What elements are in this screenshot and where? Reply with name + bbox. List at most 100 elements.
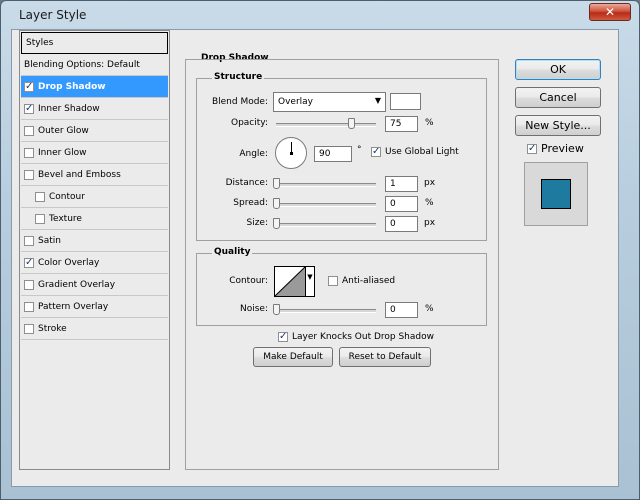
knocks-out-label: Layer Knocks Out Drop Shadow (292, 332, 434, 342)
blend-mode-select[interactable]: Overlay ▼ (273, 92, 386, 112)
opacity-input[interactable]: 75 (385, 116, 418, 132)
style-checkbox[interactable] (35, 213, 45, 224)
style-item-texture[interactable]: Texture (21, 208, 168, 230)
close-icon: ✕ (604, 5, 616, 19)
quality-group (196, 253, 487, 326)
style-checkbox[interactable] (24, 257, 34, 268)
spread-slider-handle[interactable] (273, 198, 280, 209)
style-checkbox[interactable] (24, 279, 34, 290)
new-style-button[interactable]: New Style... (515, 115, 601, 136)
size-slider-track[interactable] (276, 223, 376, 227)
style-checkbox[interactable] (35, 191, 45, 202)
contour-dropdown-button[interactable]: ▼ (305, 266, 315, 297)
spread-label: Spread: (233, 198, 268, 208)
opacity-slider-track[interactable] (276, 123, 376, 127)
blend-mode-value: Overlay (278, 97, 313, 107)
style-checkbox[interactable] (24, 323, 34, 334)
style-item-label: Blending Options: Default (24, 59, 140, 70)
distance-slider-track[interactable] (276, 183, 376, 187)
style-item-label: Color Overlay (38, 257, 100, 268)
style-item-label: Drop Shadow (38, 81, 106, 92)
style-item-inner-shadow[interactable]: Inner Shadow (21, 98, 168, 120)
style-checkbox[interactable] (24, 147, 34, 158)
style-checkbox[interactable] (24, 81, 34, 92)
ok-button[interactable]: OK (515, 59, 601, 80)
style-item-color-overlay[interactable]: Color Overlay (21, 252, 168, 274)
structure-title: Structure (212, 72, 265, 82)
opacity-unit: % (425, 118, 434, 128)
styles-list: Styles Blending Options: Default Drop Sha… (19, 30, 170, 470)
size-input[interactable]: 0 (385, 216, 418, 232)
distance-slider-handle[interactable] (273, 178, 280, 189)
knocks-out-checkbox[interactable] (278, 331, 288, 342)
anti-aliased-checkbox[interactable] (328, 276, 338, 286)
shadow-color-swatch[interactable] (390, 93, 421, 110)
style-preview (524, 162, 588, 226)
chevron-down-icon: ▼ (307, 273, 313, 281)
contour-label: Contour: (229, 276, 268, 286)
cancel-button[interactable]: Cancel (515, 87, 601, 108)
style-checkbox[interactable] (24, 301, 34, 312)
styles-header[interactable]: Styles (21, 32, 168, 54)
style-item-inner-glow[interactable]: Inner Glow (21, 142, 168, 164)
style-item-drop-shadow[interactable]: Drop Shadow (21, 76, 168, 98)
style-item-gradient-overlay[interactable]: Gradient Overlay (21, 274, 168, 296)
size-slider-handle[interactable] (273, 218, 280, 229)
style-checkbox[interactable] (24, 103, 34, 114)
spread-input[interactable]: 0 (385, 196, 418, 212)
style-item-label: Bevel and Emboss (38, 169, 121, 180)
style-item-label: Gradient Overlay (38, 279, 116, 290)
style-item-outer-glow[interactable]: Outer Glow (21, 120, 168, 142)
contour-picker[interactable] (274, 266, 306, 297)
angle-dial-center (290, 152, 293, 155)
style-item-label: Satin (38, 235, 61, 246)
opacity-label: Opacity: (231, 118, 268, 128)
close-button[interactable]: ✕ (589, 3, 631, 21)
style-item-pattern-overlay[interactable]: Pattern Overlay (21, 296, 168, 318)
style-item-label: Texture (49, 213, 82, 224)
spread-slider-track[interactable] (276, 203, 376, 207)
size-unit: px (424, 218, 436, 228)
chevron-down-icon: ▼ (374, 96, 381, 105)
quality-title: Quality (212, 247, 253, 257)
style-item-label: Inner Shadow (38, 103, 100, 114)
opacity-slider-handle[interactable] (348, 118, 355, 129)
noise-label: Noise: (240, 304, 268, 314)
knocks-out-option[interactable]: Layer Knocks Out Drop Shadow (278, 331, 434, 342)
reset-to-default-button[interactable]: Reset to Default (339, 347, 431, 367)
style-item-label: Pattern Overlay (38, 301, 109, 312)
angle-dial[interactable] (275, 137, 307, 169)
distance-unit: px (424, 178, 436, 188)
noise-slider-handle[interactable] (273, 304, 280, 315)
style-checkbox[interactable] (24, 125, 34, 136)
preview-option[interactable]: Preview (527, 142, 584, 155)
style-checkbox[interactable] (24, 169, 34, 180)
use-global-light-option[interactable]: Use Global Light (371, 146, 459, 157)
preview-swatch (541, 179, 571, 209)
preview-checkbox[interactable] (527, 143, 537, 154)
distance-input[interactable]: 1 (385, 176, 418, 192)
blend-mode-label: Blend Mode: (211, 97, 268, 107)
style-item-stroke[interactable]: Stroke (21, 318, 168, 340)
style-checkbox[interactable] (24, 235, 34, 246)
anti-aliased-option[interactable]: Anti-aliased (328, 276, 395, 286)
style-item-bevel-and-emboss[interactable]: Bevel and Emboss (21, 164, 168, 186)
angle-unit: ° (357, 145, 362, 155)
title-bar[interactable]: Layer Style ✕ (1, 1, 639, 29)
preview-label: Preview (541, 142, 584, 155)
spread-unit: % (425, 198, 434, 208)
style-item-satin[interactable]: Satin (21, 230, 168, 252)
noise-input[interactable]: 0 (385, 302, 418, 318)
distance-label: Distance: (225, 178, 268, 188)
use-global-light-label: Use Global Light (385, 147, 459, 157)
anti-aliased-label: Anti-aliased (342, 276, 396, 286)
noise-unit: % (425, 304, 434, 314)
noise-slider-track[interactable] (276, 309, 376, 313)
contour-curve-icon (275, 267, 305, 296)
window-title: Layer Style (19, 8, 87, 22)
style-item-blending-options-default[interactable]: Blending Options: Default (21, 54, 168, 76)
make-default-button[interactable]: Make Default (253, 347, 333, 367)
style-item-contour[interactable]: Contour (21, 186, 168, 208)
use-global-light-checkbox[interactable] (371, 146, 381, 157)
angle-input[interactable]: 90 (314, 146, 352, 162)
